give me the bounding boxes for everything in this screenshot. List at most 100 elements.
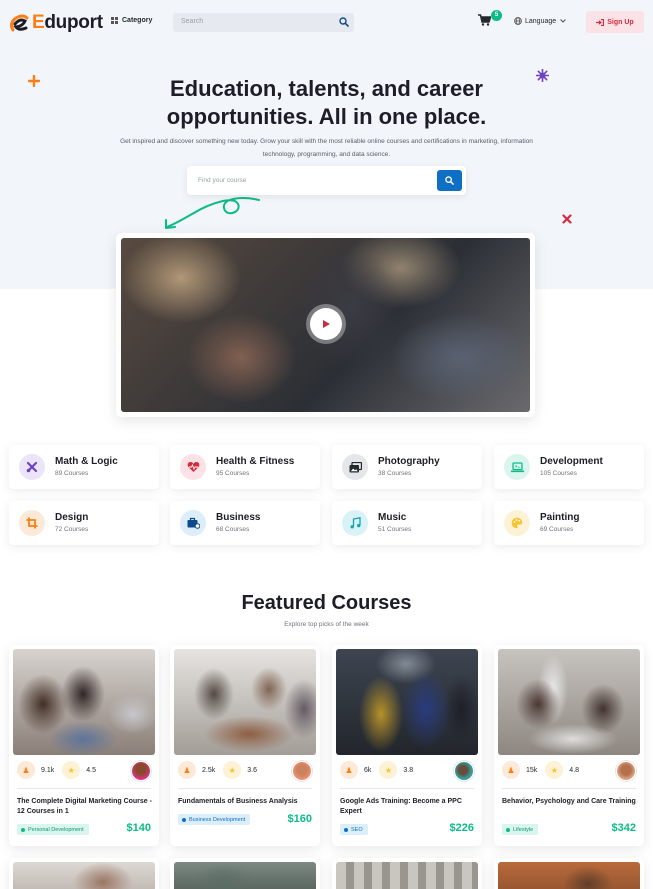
course-card[interactable]: ♟ 15k ★ 4.8 Behavior, Psychology and Car…	[494, 645, 644, 846]
category-count: 51 Courses	[378, 526, 412, 533]
course-category-tag[interactable]: Business Development	[178, 814, 251, 825]
language-dropdown[interactable]: Language	[514, 17, 567, 25]
rating-value: 4.8	[569, 766, 580, 774]
category-count: 38 Courses	[378, 470, 412, 477]
star-icon: ★	[379, 761, 398, 779]
language-label: Language	[525, 17, 557, 25]
divider	[340, 788, 474, 789]
course-title[interactable]: Behavior, Psychology and Care Training	[502, 797, 638, 807]
cross-decoration-icon	[562, 214, 572, 224]
course-title[interactable]: The Complete Digital Marketing Course - …	[17, 797, 153, 816]
photos-icon	[342, 454, 368, 480]
learners-count: 6k	[364, 766, 372, 774]
cart-icon[interactable]	[478, 14, 491, 26]
category-name: Math & Logic	[55, 456, 118, 467]
course-thumbnail[interactable]	[174, 649, 316, 755]
laptop-icon	[504, 454, 530, 480]
play-button[interactable]	[310, 308, 342, 340]
rating-value: 3.6	[247, 766, 257, 774]
cart-count-badge: 5	[491, 10, 502, 21]
music-icon	[342, 510, 368, 536]
category-card-development[interactable]: Development 105 Courses	[494, 445, 644, 489]
category-card-health-fitness[interactable]: Health & Fitness 95 Courses	[170, 445, 320, 489]
course-card[interactable]: ♟ 2.5k ★ 3.6 Fundamentals of Business An…	[170, 645, 320, 846]
logo-icon	[10, 14, 29, 32]
learners-icon: ♟	[340, 761, 358, 779]
divider	[502, 788, 636, 789]
intro-video-thumbnail[interactable]	[121, 238, 530, 412]
rating-value: 4.5	[86, 766, 96, 774]
play-icon	[322, 320, 330, 328]
course-thumbnail[interactable]	[498, 862, 640, 889]
course-thumbnail[interactable]	[13, 649, 155, 755]
learners-icon: ♟	[17, 761, 35, 779]
featured-subtitle: Explore top picks of the week	[284, 621, 369, 628]
course-card[interactable]	[9, 858, 159, 889]
briefcase-icon	[180, 510, 206, 536]
sign-up-button[interactable]: Sign Up	[586, 11, 644, 33]
course-card[interactable]	[494, 858, 644, 889]
course-thumbnail[interactable]	[498, 649, 640, 755]
course-search-placeholder: Find your course	[198, 177, 247, 184]
category-card-math-logic[interactable]: Math & Logic 89 Courses	[9, 445, 159, 489]
course-card[interactable]	[170, 858, 320, 889]
category-name: Business	[216, 512, 261, 523]
category-count: 72 Courses	[55, 526, 89, 533]
course-thumbnail[interactable]	[336, 649, 478, 755]
instructor-avatar[interactable]	[131, 761, 151, 781]
search-placeholder: Search	[181, 18, 204, 25]
sign-in-icon	[596, 18, 605, 26]
course-search-button[interactable]	[437, 170, 462, 191]
category-count: 95 Courses	[216, 470, 250, 477]
category-name: Painting	[540, 512, 580, 523]
course-thumbnail[interactable]	[13, 862, 155, 889]
sign-up-label: Sign Up	[607, 18, 634, 26]
course-category-tag[interactable]: Lifestyle	[502, 824, 539, 835]
course-stats: ♟ 15k ★ 4.8	[502, 761, 587, 779]
course-price: $140	[126, 822, 151, 834]
category-label: Category	[122, 17, 153, 24]
category-card-design[interactable]: Design 72 Courses	[9, 501, 159, 545]
brand-logo[interactable]: Eduport	[9, 12, 103, 34]
crop-icon	[19, 510, 45, 536]
course-price: $160	[287, 813, 312, 825]
instructor-avatar[interactable]	[292, 761, 312, 781]
category-name: Design	[55, 512, 89, 523]
hero-title: Education, talents, and career opportuni…	[166, 76, 487, 129]
course-stats: ♟ 9.1k ★ 4.5	[17, 761, 104, 779]
course-card[interactable]: ♟ 9.1k ★ 4.5 The Complete Digital Market…	[9, 645, 159, 846]
star-icon: ★	[62, 761, 81, 779]
category-card-photography[interactable]: Photography 38 Courses	[332, 445, 482, 489]
course-title[interactable]: Fundamentals of Business Analysis	[178, 797, 314, 807]
category-card-music[interactable]: Music 51 Courses	[332, 501, 482, 545]
category-count: 69 Courses	[540, 526, 574, 533]
course-thumbnail[interactable]	[174, 862, 316, 889]
course-card[interactable]	[332, 858, 482, 889]
category-card-business[interactable]: Business 68 Courses	[170, 501, 320, 545]
course-stats: ♟ 6k ★ 3.8	[340, 761, 421, 779]
course-search-input[interactable]: Find your course	[187, 166, 466, 195]
palette-icon	[504, 510, 530, 536]
search-input[interactable]: Search	[173, 13, 354, 32]
dot-icon	[182, 817, 186, 822]
learners-count: 9.1k	[41, 766, 55, 774]
course-thumbnail[interactable]	[336, 862, 478, 889]
star-icon: ★	[545, 761, 564, 779]
rating-value: 3.8	[403, 766, 414, 774]
course-title[interactable]: Google Ads Training: Become a PPC Expert	[340, 797, 476, 816]
search-icon[interactable]	[339, 17, 349, 27]
brand-name: Eduport	[32, 12, 103, 33]
category-count: 68 Courses	[216, 526, 250, 533]
instructor-avatar[interactable]	[454, 761, 474, 781]
featured-title: Featured Courses	[241, 592, 412, 614]
course-card[interactable]: ♟ 6k ★ 3.8 Google Ads Training: Become a…	[332, 645, 482, 846]
course-category-tag[interactable]: Personal Development	[17, 824, 89, 835]
category-menu[interactable]: Category	[111, 17, 152, 24]
search-icon	[445, 176, 454, 185]
top-navbar: Eduport Category Search 5 Language Sign …	[0, 0, 653, 44]
category-card-painting[interactable]: Painting 69 Courses	[494, 501, 644, 545]
learners-icon: ♟	[502, 761, 520, 779]
grid-icon	[111, 17, 118, 24]
instructor-avatar[interactable]	[616, 761, 636, 781]
course-category-tag[interactable]: SEO	[340, 824, 368, 835]
